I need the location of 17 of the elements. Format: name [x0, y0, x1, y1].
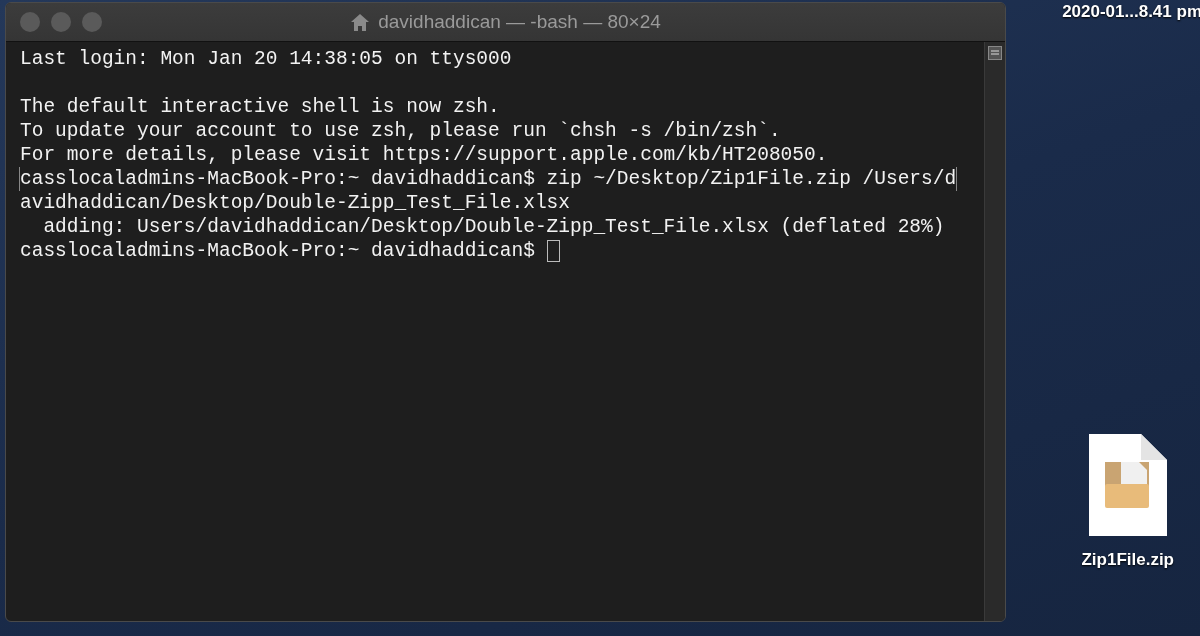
- terminal-line: The default interactive shell is now zsh.: [20, 95, 500, 119]
- desktop-file-label[interactable]: Zip1File.zip: [1081, 550, 1174, 570]
- close-button[interactable]: [20, 12, 40, 32]
- split-pane-icon[interactable]: [988, 46, 1002, 60]
- terminal-line: Last login: Mon Jan 20 14:38:05 on ttys000: [20, 47, 512, 71]
- terminal-line: casslocaladmins-MacBook-Pro:~ davidhaddican$ zip ~/Desktop/Zip1File.zip /Users/d: [19, 167, 958, 191]
- minimize-button[interactable]: [51, 12, 71, 32]
- terminal-line: For more details, please visit https://support.apple.com/kb/HT208050.: [20, 143, 828, 167]
- window-title: davidhaddican — -bash — 80×24: [378, 11, 661, 33]
- terminal-line: To update your account to use zsh, please run `chsh -s /bin/zsh`.: [20, 119, 781, 143]
- house-icon: [350, 12, 371, 32]
- archive-file-icon[interactable]: [1088, 434, 1167, 536]
- zoom-button[interactable]: [82, 12, 102, 32]
- text-cursor: [546, 240, 560, 262]
- terminal-line: avidhaddican/Desktop/Double-Zipp_Test_File.xlsx: [20, 191, 570, 215]
- terminal-line: adding: Users/davidhaddican/Desktop/Double-Zipp_Test_File.xlsx (deflated 28%): [42, 215, 945, 239]
- terminal-prompt: casslocaladmins-MacBook-Pro:~ davidhaddican$: [20, 239, 536, 263]
